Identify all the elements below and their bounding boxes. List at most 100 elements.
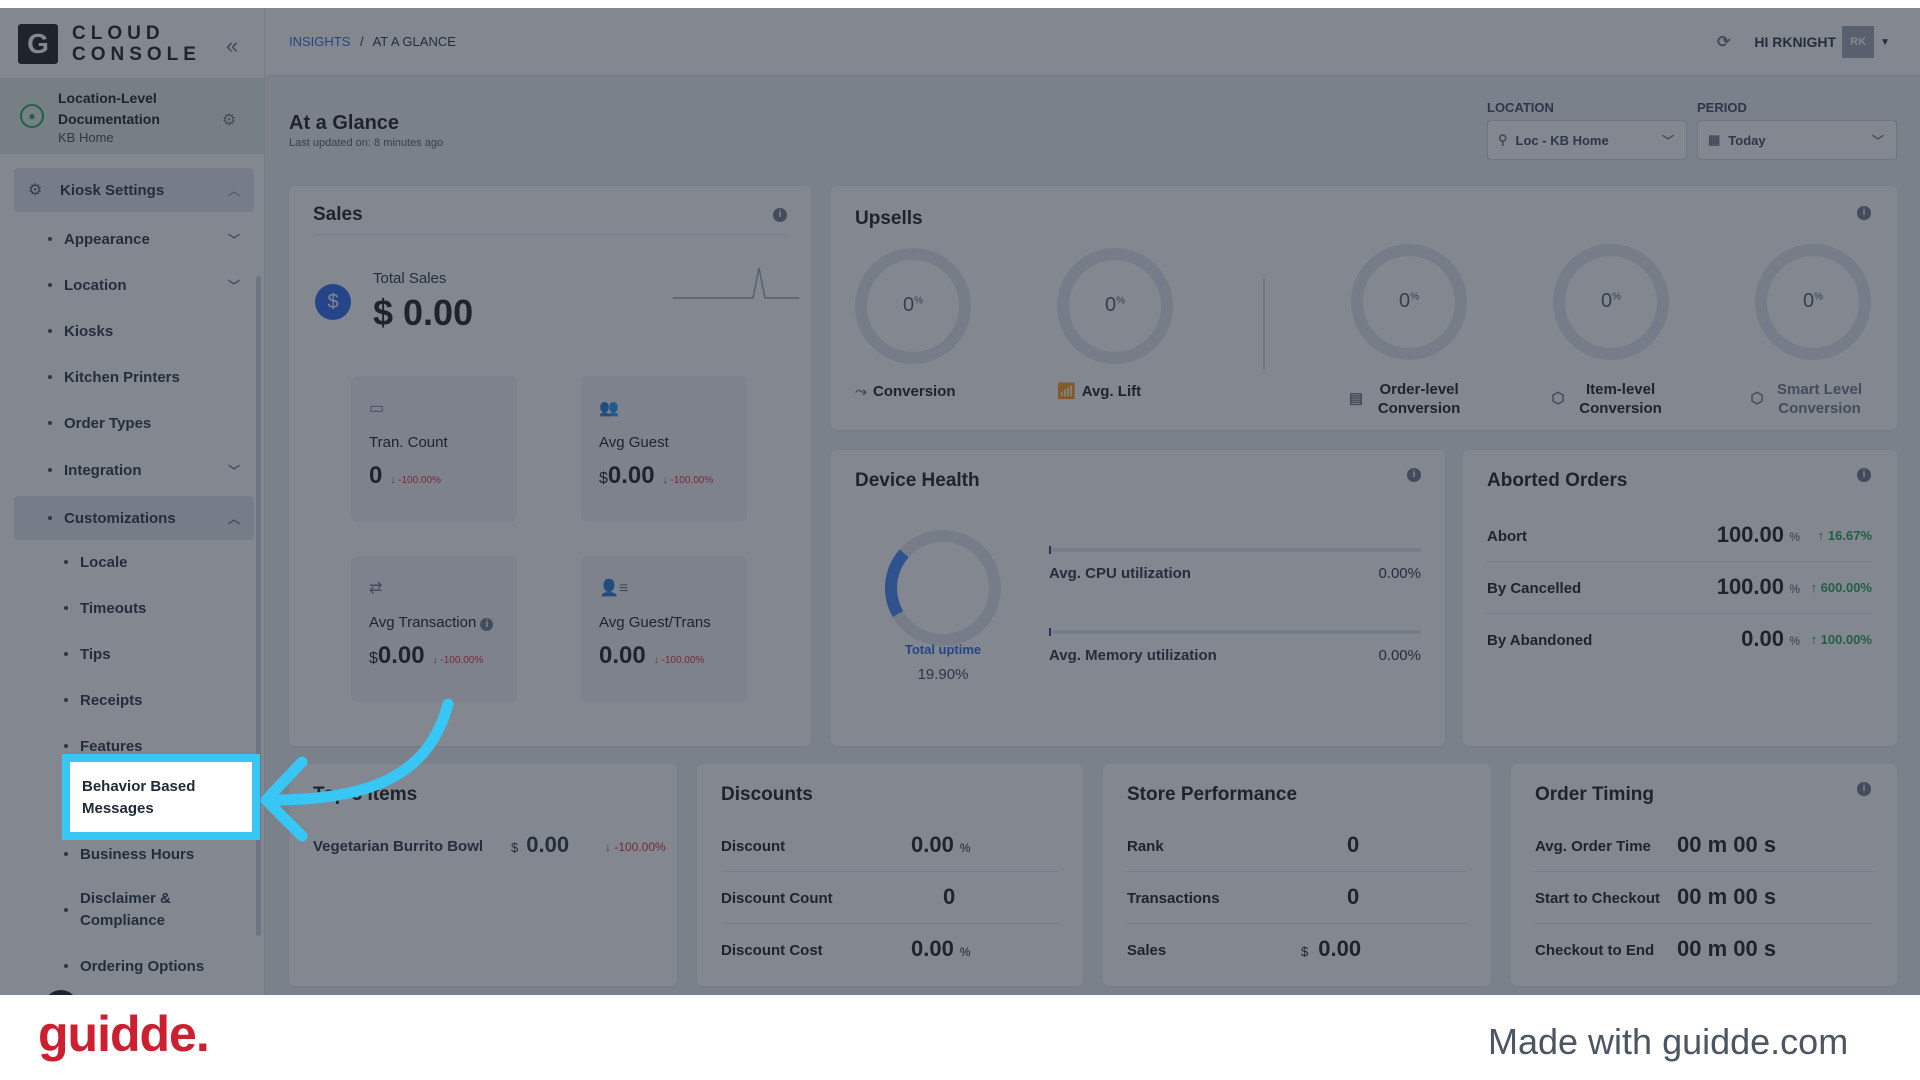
collapse-sidebar-icon[interactable]: «	[226, 33, 238, 59]
guest-list-icon: 👤≡	[599, 580, 629, 597]
sidebar-item-location[interactable]: Location ﹀	[14, 265, 254, 305]
logo-text: CLOUD CONSOLE	[72, 23, 201, 65]
screenshot: G CLOUD CONSOLE « ● Location-Level Docum…	[0, 0, 1920, 1080]
main-content: INSIGHTS / AT A GLANCE ⟳ HI RKNIGHT RK ▼…	[265, 8, 1920, 995]
last-updated: Last updated on: 8 minutes ago	[289, 137, 444, 149]
sidebar-item-timeouts[interactable]: Timeouts	[14, 588, 254, 628]
sidebar-item-receipts[interactable]: Receipts	[14, 680, 254, 720]
sidebar-item-label: Receipts	[80, 691, 143, 709]
ring-percent: %	[1410, 291, 1420, 303]
row-label: Avg. Order Time	[1535, 838, 1651, 855]
tran-count-tile: ▭ Tran. Count 0 ↓ -100.00%	[351, 376, 517, 522]
avg-guest-trans-value: 0.00	[599, 642, 646, 669]
discount-value: 0.00	[911, 832, 954, 857]
smart-level-label: ⬡ Smart Level Conversion	[1723, 380, 1897, 418]
top-strip	[0, 0, 1920, 8]
abandoned-row: By Abandoned 0.00% ↑ 100.00%	[1487, 614, 1872, 666]
info-icon[interactable]: i	[773, 208, 787, 222]
gauge-fill	[885, 530, 1001, 646]
counter-icon: ▭	[369, 400, 385, 417]
gear-icon[interactable]: ⚙	[222, 110, 236, 130]
row-value: 0.00%	[911, 832, 971, 858]
info-icon[interactable]: i	[1857, 468, 1871, 482]
top-bar: INSIGHTS / AT A GLANCE ⟳ HI RKNIGHT RK ▼	[265, 8, 1920, 76]
sidebar-section-kiosk-settings[interactable]: ⚙ Kiosk Settings ︿	[14, 168, 254, 212]
caret-down-icon[interactable]: ▼	[1880, 37, 1890, 48]
card-title: Order Timing	[1535, 784, 1654, 805]
org-name: Location-Level Documentation	[58, 90, 160, 127]
abort-row: Abort 100.00% ↑ 16.67%	[1487, 510, 1872, 562]
chevron-down-icon: ﹀	[1661, 133, 1674, 148]
top-items-card: Top 3 Items Vegetarian Burrito Bowl $0.0…	[289, 764, 677, 986]
bullet	[48, 468, 52, 472]
card-title: Aborted Orders	[1487, 470, 1628, 491]
row-value: 0	[1347, 832, 1360, 857]
info-icon[interactable]: i	[1407, 468, 1421, 482]
top-item-name: Vegetarian Burrito Bowl	[313, 838, 484, 855]
sidebar-item-customizations[interactable]: Customizations ︿	[14, 496, 254, 540]
sidebar-item-order-types[interactable]: Order Types	[14, 403, 254, 443]
sidebar-item-appearance[interactable]: Appearance ﹀	[14, 219, 254, 259]
sidebar-item-kiosks[interactable]: Kiosks	[14, 311, 254, 351]
sync-icon[interactable]: ⟳	[1717, 32, 1730, 52]
bullet	[48, 283, 52, 287]
ring-number: 0	[1600, 290, 1613, 312]
location-select[interactable]: ⚲ Loc - KB Home ﹀	[1487, 120, 1687, 160]
ring-percent: %	[1814, 291, 1824, 303]
sidebar-item-business-hours[interactable]: Business Hours	[14, 834, 254, 874]
bullet	[48, 237, 52, 241]
org-switcher[interactable]: ● Location-Level Documentation KB Home ⚙	[0, 78, 265, 154]
sidebar-item-locale[interactable]: Locale	[14, 542, 254, 582]
sparkline	[673, 267, 799, 299]
sidebar-item-label: Ordering Options	[80, 957, 205, 975]
signal-icon: 📶	[1057, 383, 1076, 400]
card-title: Upsells	[855, 208, 923, 229]
tran-count-value: 0	[369, 462, 383, 489]
breadcrumb-insights[interactable]: INSIGHTS	[289, 34, 350, 49]
uptime-value: 19.90%	[917, 666, 969, 683]
discount-row: Discount 0.00%	[721, 820, 1059, 872]
item-level-label: ⬡ Item-level Conversion	[1521, 380, 1701, 418]
row-unit: %	[959, 841, 971, 855]
tile-value: 0.00 ↓ -100.00%	[599, 642, 704, 670]
sidebar-item-behavior-based-messages[interactable]: Behavior Based Messages	[62, 754, 260, 840]
bullet	[64, 964, 68, 968]
sidebar-item-kitchen-printers[interactable]: Kitchen Printers	[14, 357, 254, 397]
sidebar-item-ordering-options[interactable]: Ordering Options	[14, 946, 254, 986]
sales-row: Sales $0.00	[1127, 924, 1467, 976]
app-logo[interactable]: G CLOUD CONSOLE	[18, 23, 201, 65]
chevron-up-icon: ︿	[227, 511, 240, 526]
avg-guest-trans-tile: 👤≡ Avg Guest/Trans 0.00 ↓ -100.00%	[581, 556, 747, 702]
avg-guest-tile: 👥 Avg Guest $0.00 ↓ -100.00%	[581, 376, 747, 522]
sidebar-item-disclaimer[interactable]: Disclaimer & Compliance	[14, 885, 254, 935]
avatar[interactable]: RK	[1842, 26, 1875, 58]
info-icon[interactable]: i	[1857, 206, 1871, 220]
top-item-amount: 0.00	[526, 832, 570, 857]
period-select[interactable]: ▦ Today ﹀	[1697, 120, 1897, 160]
sidebar-item-label: Timeouts	[80, 599, 147, 617]
sparkline-line	[673, 267, 799, 299]
sidebar-item-tips[interactable]: Tips	[14, 634, 254, 674]
tile-delta: ↓ -100.00%	[662, 475, 714, 486]
info-icon[interactable]: i	[1857, 782, 1871, 796]
currency: $	[599, 470, 608, 487]
footer-bar: guidde. Made with guidde.com	[0, 995, 1920, 1080]
top-item-delta: ↓ -100.00%	[605, 840, 666, 854]
chevron-down-icon: ﹀	[227, 278, 240, 293]
greeting[interactable]: HI RKNIGHT	[1754, 34, 1836, 50]
bar-fill	[1049, 628, 1051, 636]
info-icon[interactable]: i	[480, 618, 494, 631]
bullet	[64, 852, 68, 856]
sidebar-item-integration[interactable]: Integration ﹀	[14, 450, 254, 490]
row-unit: %	[959, 945, 971, 959]
logo-mark: G	[18, 24, 58, 64]
bar-fill	[1049, 546, 1051, 554]
logo-line-2: CONSOLE	[72, 44, 201, 65]
sidebar-item-label: Kiosks	[64, 322, 114, 340]
label-text: Order-level Conversion	[1377, 381, 1461, 417]
row-label: Checkout to End	[1535, 942, 1655, 959]
bullet	[48, 421, 52, 425]
top-item-value: $0.00	[511, 832, 569, 858]
guidde-logo: guidde.	[38, 1006, 210, 1062]
start-checkout-row: Start to Checkout 00 m 00 s	[1535, 872, 1873, 924]
